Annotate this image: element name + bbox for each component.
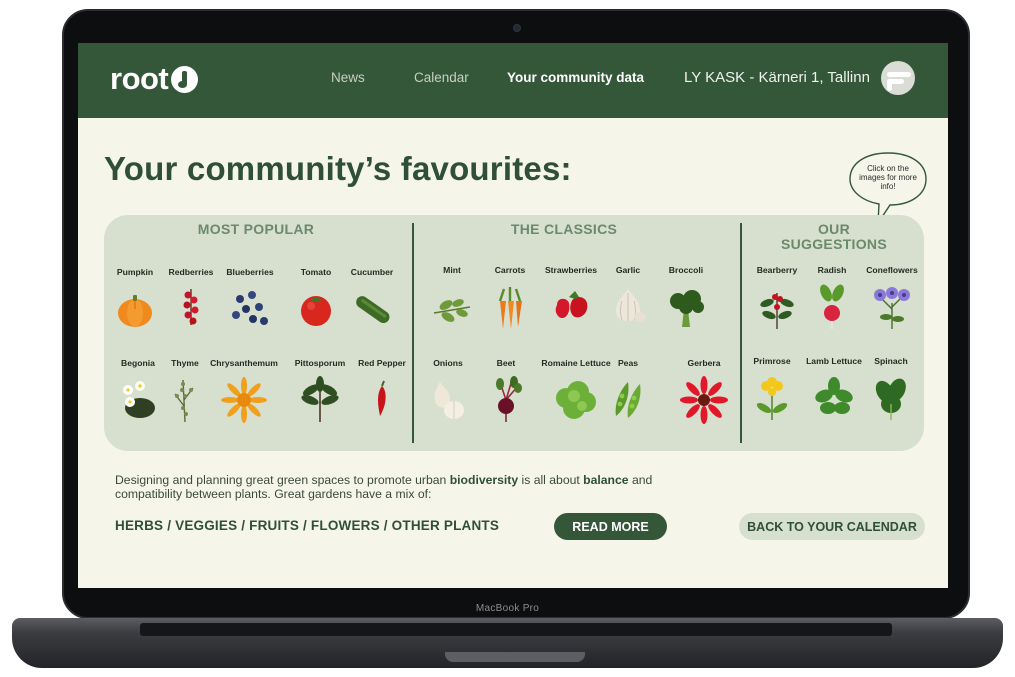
pittosporum-icon [301, 376, 339, 422]
location-label: LY KASK - Kärneri 1, Tallinn [684, 69, 870, 86]
spinach-icon [875, 378, 906, 420]
plant-chrysanthemum[interactable]: Chrysanthemum [202, 358, 286, 424]
cucumber-icon [356, 296, 390, 324]
plant-cucumber[interactable]: Cucumber [330, 267, 414, 333]
intro-text-2: is all about [518, 473, 584, 487]
logo-mark-icon [171, 65, 199, 93]
plant-peas[interactable]: Peas [586, 358, 670, 424]
peas-icon [615, 382, 641, 418]
chrysanthemum-icon [221, 377, 267, 423]
logo-text: root [110, 61, 169, 96]
plant-categories: HERBS / VEGGIES / FRUITS / FLOWERS / OTH… [115, 518, 500, 533]
primrose-icon [756, 377, 788, 420]
heading-suggestions: OUR SUGGESTIONS [754, 222, 914, 252]
plant-coneflowers[interactable]: Coneflowers [850, 265, 934, 331]
info-tooltip: Click on the images for more info! [848, 151, 928, 223]
plants-panel: MOST POPULAR THE CLASSICS OUR SUGGESTION… [104, 215, 924, 451]
device-label: MacBook Pro [475, 603, 540, 614]
plant-label: Spinach [874, 356, 908, 366]
trackpad-notch [445, 652, 585, 662]
broccoli-icon [670, 290, 704, 327]
read-more-button[interactable]: READ MORE [554, 513, 667, 540]
coneflowers-icon [874, 287, 910, 329]
plant-label: Peas [617, 358, 639, 368]
intro-bold-biodiversity: biodiversity [449, 473, 519, 487]
plant-label: Broccoli [668, 265, 704, 275]
top-navigation-bar: root News Calendar Your community data L… [78, 43, 948, 118]
gerbera-icon [680, 376, 728, 424]
heading-classics: THE CLASSICS [510, 221, 618, 237]
plant-label: Cucumber [350, 267, 394, 277]
heading-suggestions-line2: SUGGESTIONS [781, 236, 887, 252]
keyboard-strip [140, 623, 892, 636]
tooltip-text: Click on the images for more info! [859, 164, 917, 191]
nav-calendar[interactable]: Calendar [414, 70, 469, 85]
camera-icon [514, 25, 520, 31]
nav-community-data[interactable]: Your community data [507, 70, 644, 85]
app-logo[interactable]: root [110, 61, 199, 97]
plant-label: Chrysanthemum [210, 358, 278, 368]
intro-bold-balance: balance [583, 473, 629, 487]
app-screen: root News Calendar Your community data L… [78, 43, 948, 588]
red-pepper-icon [378, 380, 386, 416]
beet-icon [496, 376, 522, 422]
heading-most-popular: MOST POPULAR [197, 221, 315, 237]
page-title: Your community’s favourites: [104, 150, 572, 187]
avatar-icon [887, 72, 911, 91]
nav-news[interactable]: News [331, 70, 365, 85]
heading-suggestions-line1: OUR [817, 221, 850, 237]
carrots-icon [498, 287, 522, 329]
plant-label: Coneflowers [866, 265, 918, 275]
plant-broccoli[interactable]: Broccoli [644, 265, 728, 331]
intro-paragraph: Designing and planning great green space… [115, 473, 675, 501]
plant-spinach[interactable]: Spinach [849, 356, 933, 422]
intro-text-1: Designing and planning great green space… [115, 473, 450, 487]
user-avatar[interactable] [881, 61, 915, 95]
blueberries-icon [232, 291, 268, 325]
radish-icon [820, 284, 844, 329]
back-to-calendar-button[interactable]: BACK TO YOUR CALENDAR [739, 513, 925, 540]
